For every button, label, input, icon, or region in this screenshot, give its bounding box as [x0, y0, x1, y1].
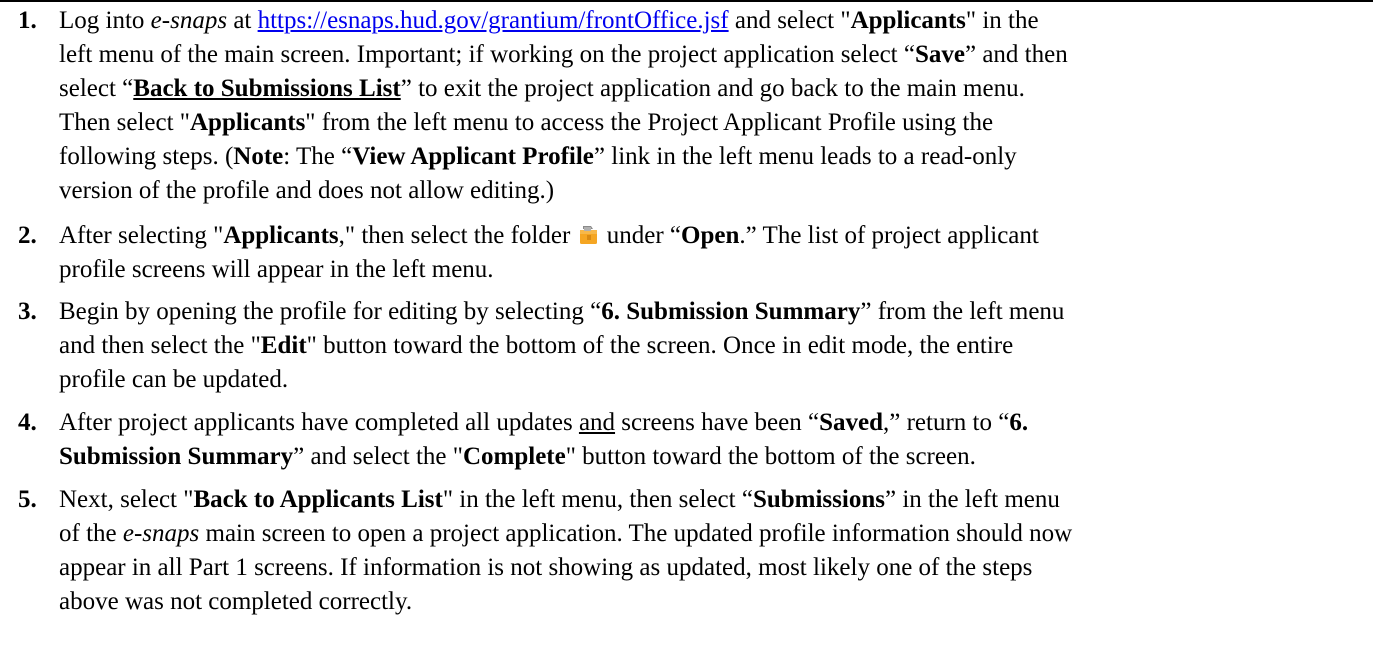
esnaps-name: e-snaps [150, 7, 228, 34]
text-line: following steps. (Note: The “View Applic… [59, 143, 1017, 170]
step-number: 3. [18, 298, 37, 325]
step-text: Next, select "Back to Applicants List" i… [59, 483, 1359, 619]
text-line: profile can be updated. [59, 366, 289, 393]
text-line: select “Back to Submissions List” to exi… [59, 75, 1025, 102]
step-text: Begin by opening the profile for editing… [59, 295, 1359, 397]
text-line: Then select "Applicants" from the left m… [59, 109, 994, 136]
folder-icon [579, 226, 597, 244]
text-line: After selecting "Applicants," then selec… [59, 222, 1039, 249]
text-line: Begin by opening the profile for editing… [59, 298, 1065, 325]
step-number: 4. [18, 409, 37, 436]
text-line: Log into e-snaps at https://esnaps.hud.g… [59, 7, 1039, 34]
text-line: appear in all Part 1 screens. If informa… [59, 554, 1033, 581]
text-line: Next, select "Back to Applicants List" i… [59, 486, 1060, 513]
esnaps-login-link[interactable]: https://esnaps.hud.gov/grantium/frontOff… [258, 7, 729, 34]
text-line: left menu of the main screen. Important;… [59, 41, 1068, 68]
text-line: profile screens will appear in the left … [59, 256, 494, 283]
text-line: of the e-snaps main screen to open a pro… [59, 520, 1073, 547]
step-number: 5. [18, 486, 37, 513]
text-line: and then select the "Edit" button toward… [59, 332, 1014, 359]
back-to-submissions-label: Back to Submissions List [133, 75, 401, 102]
text-line: After project applicants have completed … [59, 409, 1029, 436]
step-number: 2. [18, 222, 37, 249]
text-line: Submission Summary” and select the "Comp… [59, 443, 976, 470]
instructions-document: 1. Log into e-snaps at https://esnaps.hu… [0, 2, 1373, 669]
step-text: After selecting "Applicants," then selec… [59, 219, 1359, 287]
step-text: Log into e-snaps at https://esnaps.hud.g… [59, 4, 1359, 208]
step-text: After project applicants have completed … [59, 406, 1359, 474]
step-number: 1. [18, 7, 37, 34]
text-line: version of the profile and does not allo… [59, 177, 555, 204]
text-line: above was not completed correctly. [59, 588, 413, 615]
esnaps-name: e-snaps [122, 520, 200, 547]
